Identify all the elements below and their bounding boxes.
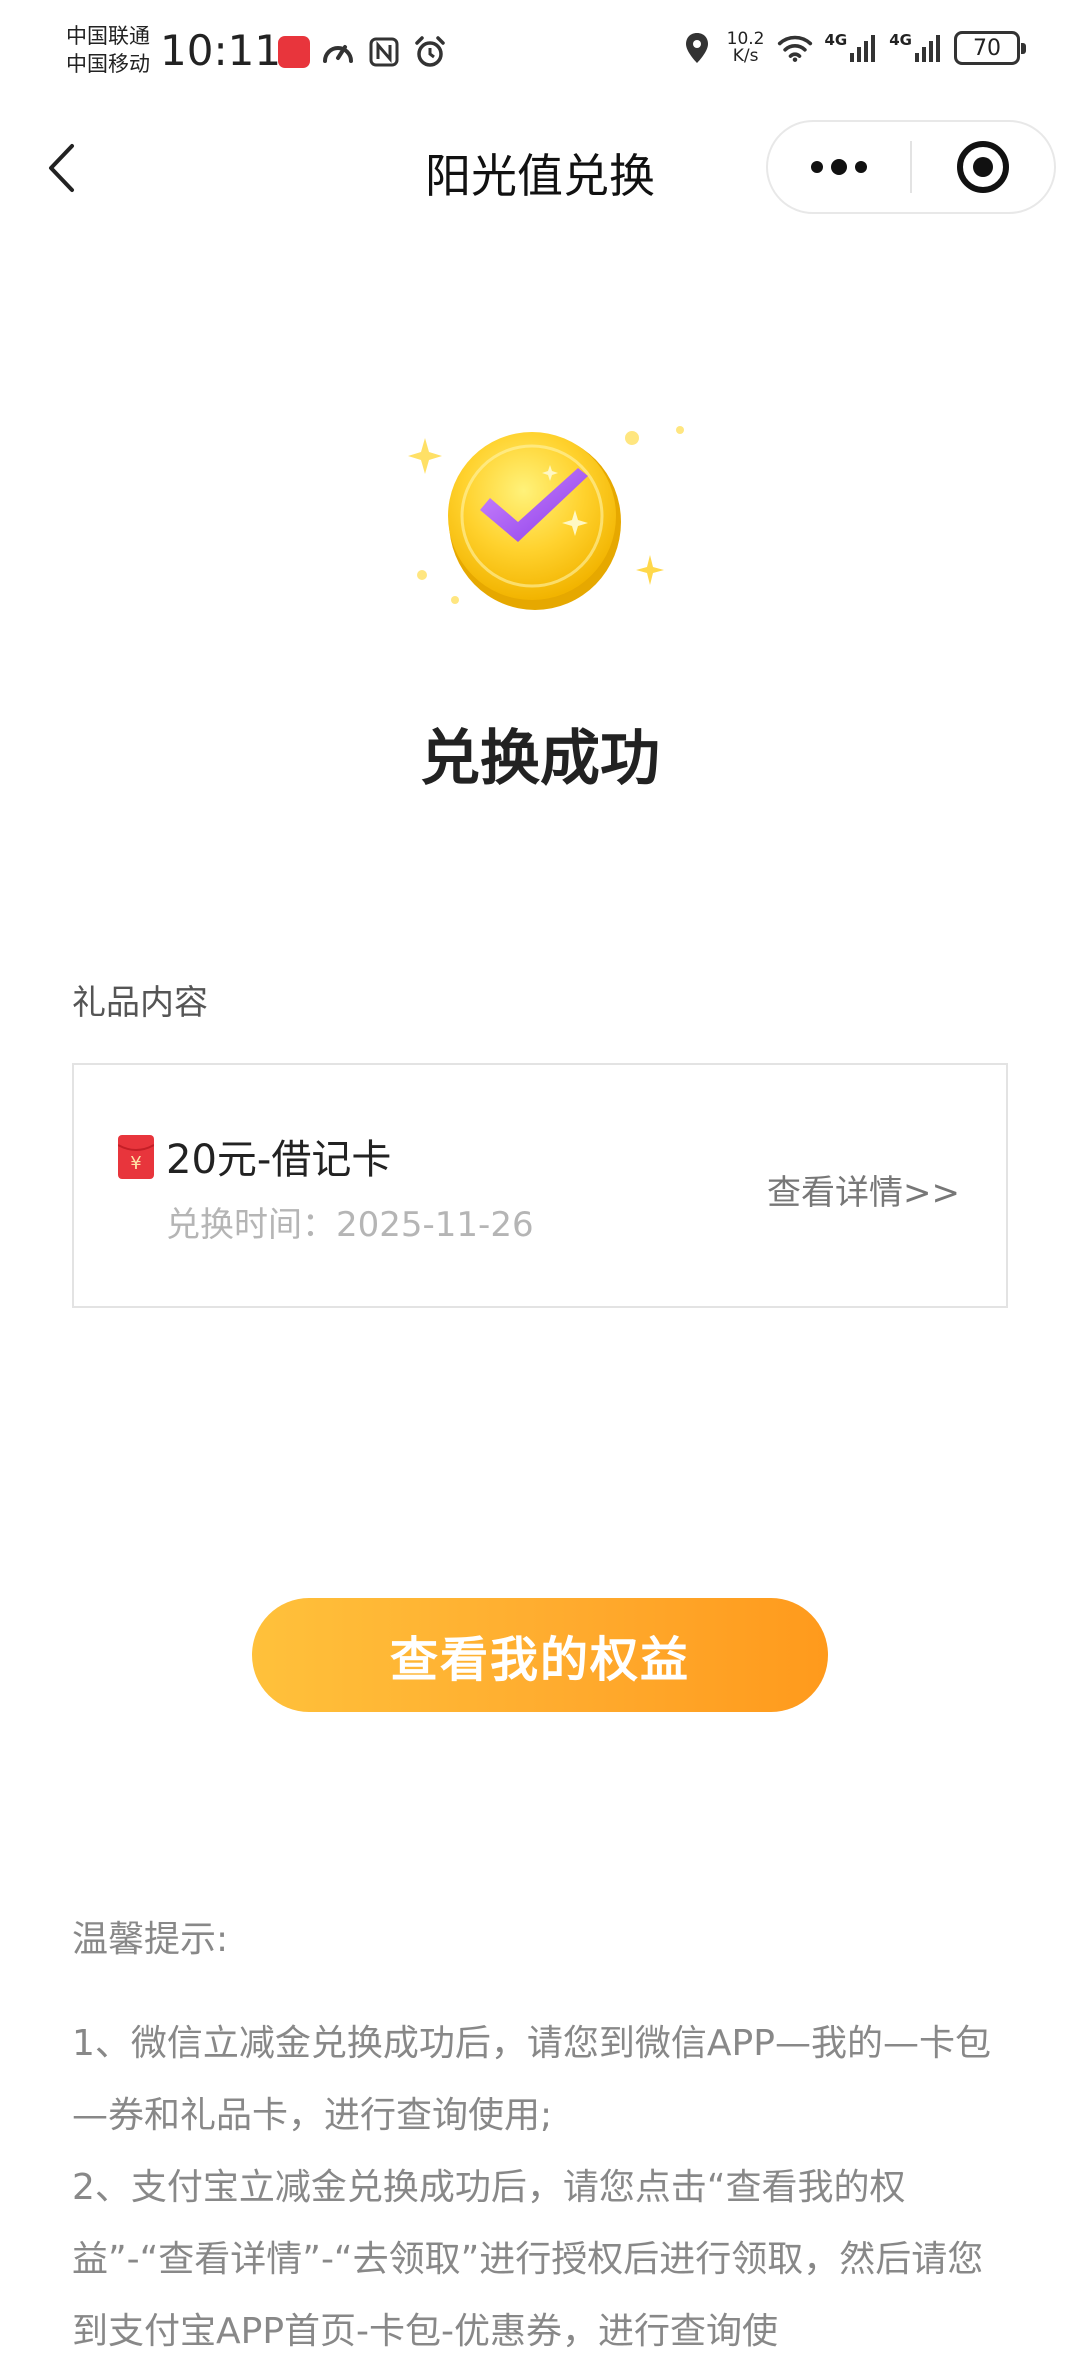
speedometer-icon [320, 34, 356, 70]
app-badge-icon [278, 36, 310, 68]
tips-line-2: 2、支付宝立减金兑换成功后，请您点击“查看我的权益”-“查看详情”-“去领取”进… [72, 2167, 984, 2352]
gift-time-value: 2025-11-26 [336, 1205, 534, 1245]
tips-title: 温馨提示: [72, 1919, 229, 1960]
signal-group-2: 4G [889, 33, 942, 63]
carrier-info: 中国联通 中国移动 [66, 22, 150, 78]
gift-time-label: 兑换时间： [166, 1205, 336, 1245]
location-icon [679, 30, 715, 66]
status-bar: 中国联通 中国移动 10:11 10.2 K/s 4G 4G 70 [0, 0, 1080, 110]
close-target-icon [957, 141, 1009, 193]
success-title: 兑换成功 [420, 724, 660, 794]
signal-icon [915, 35, 940, 62]
close-button[interactable] [912, 122, 1054, 212]
signal-icon [850, 35, 876, 62]
red-envelope-icon: ¥ [118, 1135, 154, 1179]
status-left-icons [278, 34, 448, 70]
net-speed-unit: K/s [732, 46, 759, 66]
tips-line-1: 1、微信立减金兑换成功后，请您到微信APP—我的—卡包—券和礼品卡，进行查询使用… [72, 2023, 991, 2136]
gift-section-label: 礼品内容 [72, 983, 208, 1023]
carrier-1: 中国联通 [66, 24, 150, 48]
view-detail-link[interactable]: 查看详情>> [767, 1165, 960, 1214]
more-button[interactable] [768, 122, 910, 212]
gift-card: ¥ 20元-借记卡 兑换时间：2025-11-26 查看详情>> [72, 1063, 1008, 1308]
signal-group-1: 4G [825, 33, 878, 63]
battery-icon: 70 [954, 31, 1026, 65]
nav-bar: 阳光值兑换 [0, 110, 1080, 230]
status-right-icons: 10.2 K/s 4G 4G 70 [679, 30, 1026, 66]
svg-text:¥: ¥ [130, 1153, 141, 1174]
alarm-icon [412, 34, 448, 70]
battery-level: 70 [973, 35, 1001, 61]
carrier-2: 中国移动 [66, 52, 150, 76]
net-speed: 10.2 K/s [727, 31, 765, 65]
signal-label-2: 4G [889, 31, 912, 49]
signal-label-1: 4G [824, 31, 848, 49]
view-my-benefits-button[interactable]: 查看我的权益 [252, 1598, 828, 1712]
success-check-coin-icon [400, 410, 690, 630]
wifi-icon [777, 30, 813, 66]
miniprogram-capsule [766, 120, 1056, 214]
gift-redeem-time: 兑换时间：2025-11-26 [166, 1197, 534, 1246]
tips-body: 1、微信立减金兑换成功后，请您到微信APP—我的—卡包—券和礼品卡，进行查询使用… [72, 2008, 1012, 2368]
nfc-icon [366, 34, 402, 70]
status-time: 10:11 [160, 26, 282, 75]
gift-name: 20元-借记卡 [166, 1137, 392, 1183]
more-dots-icon [811, 159, 867, 175]
